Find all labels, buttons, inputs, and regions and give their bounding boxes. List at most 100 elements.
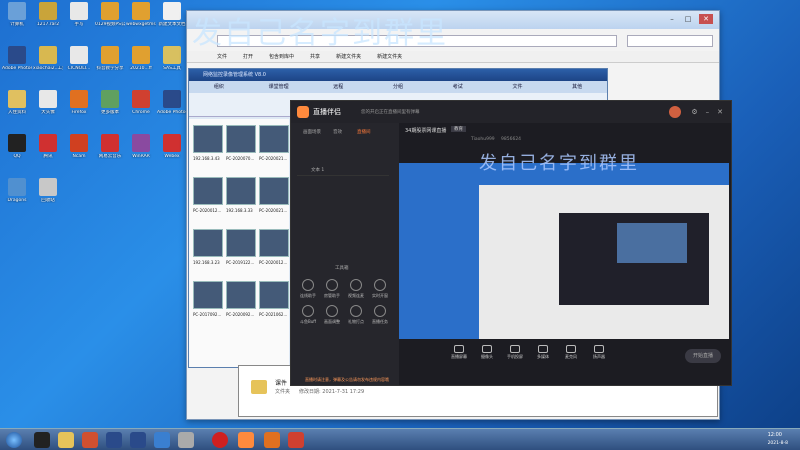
desktop-icon[interactable]: Adobe Photosh... (2, 46, 32, 86)
manager-tab[interactable]: 考试 (428, 81, 488, 93)
client-thumbnail[interactable] (226, 229, 256, 257)
explorer-menu-item[interactable]: 新建文件夹 (336, 51, 361, 62)
client-thumbnail[interactable] (193, 229, 223, 257)
client-thumbnail[interactable] (259, 125, 289, 153)
explorer-menu-item[interactable]: 包含到库中 (269, 51, 294, 62)
room-tag[interactable]: 教育 (451, 126, 466, 132)
taskbar-ps-icon[interactable] (106, 432, 122, 448)
client-thumbnail[interactable] (259, 229, 289, 257)
tab-room[interactable]: 直播间 (357, 129, 371, 135)
tab-audio[interactable]: 音效 (333, 129, 342, 135)
desktop-icon[interactable]: CICNOLI... (64, 46, 94, 86)
maximize-button[interactable]: □ (681, 14, 695, 24)
control-button[interactable]: 直播屏幕 (447, 343, 471, 360)
explorer-menu-item[interactable]: 共享 (310, 51, 320, 62)
file-item-name[interactable]: 课件 (275, 378, 287, 387)
desktop-icon[interactable]: 1217.rar2 (33, 2, 63, 42)
tool-button[interactable]: 画面调整 (321, 305, 343, 325)
taskbar-qq-icon[interactable] (34, 432, 50, 448)
live-companion-window[interactable]: 直播伴侣 您的开启正在直播间里有弹幕 ⚙ – ✕ 画面场景 音效 直播间 文本 … (290, 100, 732, 386)
start-live-button[interactable]: 开始直播 (685, 349, 721, 363)
desktop-icon[interactable]: 20210...ff (126, 46, 156, 86)
desktop-icon[interactable]: Dragons (2, 178, 32, 218)
desktop-icon[interactable]: 手写 (64, 2, 94, 42)
desktop-icon[interactable]: 0129视频PS公告资料 (95, 2, 125, 42)
tool-button[interactable]: 礼物打点 (345, 305, 367, 325)
desktop-icon[interactable]: 入住资料 (2, 90, 32, 130)
desktop-icon[interactable]: 新建文本文档 (157, 2, 187, 42)
desktop-icon[interactable]: Webex (157, 134, 187, 174)
desktop-icon[interactable]: 腾讯 (33, 134, 63, 174)
taskbar-ie-icon[interactable] (154, 432, 170, 448)
tool-button[interactable]: 房管助手 (321, 279, 343, 299)
minimize-button[interactable]: – (665, 14, 679, 24)
tool-button[interactable]: 斗鱼Buff (297, 305, 319, 325)
desktop-icon[interactable]: 计算机 (2, 2, 32, 42)
close-button[interactable]: ✕ (699, 14, 713, 24)
taskbar-ps2-icon[interactable] (130, 432, 146, 448)
control-label: 扬声器 (593, 354, 605, 359)
desktop-icon[interactable]: QQ (2, 134, 32, 174)
client-thumbnail[interactable] (259, 281, 289, 309)
tool-button[interactable]: 实时开窗 (369, 279, 391, 299)
client-thumbnail[interactable] (226, 281, 256, 309)
client-thumbnail[interactable] (226, 177, 256, 205)
clock-date: 2021-8-8 (767, 441, 788, 446)
desktop-icon[interactable]: 大头像 (33, 90, 63, 130)
manager-tab[interactable]: 组织 (189, 81, 249, 93)
avatar[interactable] (669, 106, 682, 118)
manager-tab[interactable]: 课堂管理 (249, 81, 309, 93)
taskbar-app-icon[interactable] (178, 432, 194, 448)
taskbar-folder-icon[interactable] (58, 432, 74, 448)
tool-button[interactable]: 连线助手 (297, 279, 319, 299)
minimize-icon[interactable]: – (706, 108, 710, 116)
desktop-icon[interactable]: SAS工具 (157, 46, 187, 86)
client-thumbnail[interactable] (226, 125, 256, 153)
client-thumbnail[interactable] (193, 125, 223, 153)
desktop-icon[interactable]: Ncam (64, 134, 94, 174)
preview-canvas[interactable] (399, 163, 729, 339)
tool-button[interactable]: 视频连麦 (345, 279, 367, 299)
desktop-icon[interactable]: WinRAR (126, 134, 156, 174)
desktop-icon[interactable]: Adobe Photoshop (157, 90, 187, 130)
desktop-icon[interactable]: Firefox (64, 90, 94, 130)
client-thumbnail[interactable] (193, 177, 223, 205)
desktop-icon[interactable]: 网易云音乐 (95, 134, 125, 174)
control-button[interactable]: 手机投屏 (503, 343, 527, 360)
explorer-menu-item[interactable]: 打开 (243, 51, 253, 62)
tool-button[interactable]: 直播任务 (369, 305, 391, 325)
desktop-icon-label: Adobe Photosh... (2, 66, 32, 71)
desktop-icon[interactable]: 回收站 (33, 178, 63, 218)
explorer-menu-item[interactable]: 新建文件夹 (377, 51, 402, 62)
manager-tab[interactable]: 分组 (368, 81, 428, 93)
desktop-icon[interactable]: webwxgetmsgimg (126, 2, 156, 42)
desktop-icon[interactable]: xiaochai2..工资管理 (33, 46, 63, 86)
explorer-menu-item[interactable]: 文件 (217, 51, 227, 62)
control-button[interactable]: 摄像头 (475, 343, 499, 360)
desktop-icon[interactable]: 更多版本 (95, 90, 125, 130)
close-icon[interactable]: ✕ (717, 108, 723, 116)
control-button[interactable]: 多媒体 (531, 343, 555, 360)
start-button[interactable] (6, 432, 22, 448)
taskbar-firefox-icon[interactable] (264, 432, 280, 448)
control-icon (594, 345, 604, 353)
client-thumbnail[interactable] (193, 281, 223, 309)
taskbar-record-icon[interactable] (212, 432, 228, 448)
manager-tab[interactable]: 远程 (308, 81, 368, 93)
manager-tab[interactable]: 文件 (488, 81, 548, 93)
client-thumbnail[interactable] (259, 177, 289, 205)
taskbar-live-icon[interactable] (238, 432, 254, 448)
taskbar-office-icon[interactable] (288, 432, 304, 448)
settings-icon[interactable]: ⚙ (691, 108, 697, 116)
desktop-icon[interactable]: Chrome (126, 90, 156, 130)
manager-tab[interactable]: 其他 (547, 81, 607, 93)
desktop-icon-glyph (101, 2, 119, 20)
control-icon (510, 345, 520, 353)
taskbar-media-icon[interactable] (82, 432, 98, 448)
search-input[interactable] (627, 35, 713, 47)
tab-scenes[interactable]: 画面场景 (303, 129, 321, 135)
desktop-icon[interactable]: 抖音教学分享 (95, 46, 125, 86)
control-button[interactable]: 扬声器 (587, 343, 611, 360)
control-button[interactable]: 麦克风 (559, 343, 583, 360)
scene-row[interactable]: 文本 1 (297, 165, 389, 176)
